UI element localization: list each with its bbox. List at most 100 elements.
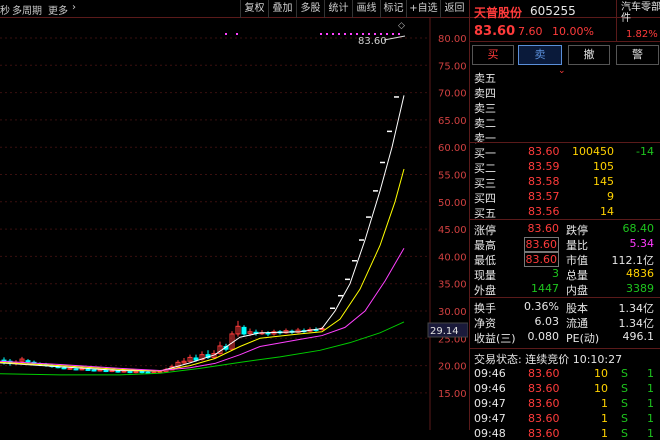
cursor-price-label: 29.14 <box>430 326 459 337</box>
buy-button[interactable]: 买 <box>472 45 514 65</box>
fund-label: 收益(三) <box>474 332 516 345</box>
toolbar-btn-3[interactable]: 统计 <box>324 0 352 18</box>
tick-price: 83.60 <box>528 382 560 395</box>
ma10-line <box>0 168 405 372</box>
y-tick-label: 55.00 <box>438 171 467 182</box>
stat-label: 外盘 <box>474 284 496 297</box>
tick-time: 09:48 <box>474 427 506 440</box>
diamond-icon: ◇ <box>398 21 405 31</box>
fund-label: 流通 <box>566 317 588 330</box>
toolbar-btn-2[interactable]: 多股 <box>296 0 324 18</box>
candle-body <box>67 367 73 370</box>
toolbar-btn-7[interactable]: 返回 <box>440 0 468 18</box>
sell-button[interactable]: 卖 <box>518 45 562 65</box>
signal-dot <box>225 33 227 35</box>
industry-box[interactable]: 汽车零部件 1.82% <box>616 0 660 42</box>
y-tick-label: 30.00 <box>438 307 467 318</box>
candle-body <box>193 357 199 361</box>
sell-level-label: 卖五 <box>474 72 496 85</box>
stat-label: 市值 <box>566 254 588 267</box>
chevron-right-icon[interactable]: › <box>72 2 76 13</box>
candle-body <box>91 369 97 372</box>
fund-value: 496.1 <box>622 330 655 343</box>
buy-level-volume: 145 <box>593 175 614 188</box>
signal-dot <box>236 33 238 35</box>
tick-volume: 10 <box>594 382 608 395</box>
fund-value: 0.36% <box>524 300 559 313</box>
candle-body <box>85 368 91 371</box>
buy-level-volume: 9 <box>607 190 614 203</box>
period-selector[interactable]: 多周期 <box>12 2 42 17</box>
sell-level-label: 卖四 <box>474 87 496 100</box>
buy-level-label: 买二 <box>474 162 496 175</box>
price-change: 7.60 <box>518 25 543 38</box>
quote-panel: 天普股份 605255 汽车零部件 1.82% 83.60 7.60 10.00… <box>469 0 660 440</box>
buy-level-volume: 105 <box>593 160 614 173</box>
y-tick-label: 50.00 <box>438 198 467 209</box>
signal-dot <box>332 33 334 35</box>
signal-dot <box>380 33 382 35</box>
y-tick-label: 35.00 <box>438 280 467 291</box>
stat-value: 3 <box>552 267 559 280</box>
cancel-button[interactable]: 撤 <box>568 45 610 65</box>
candle-body <box>127 371 133 374</box>
stat-label: 现量 <box>474 269 496 282</box>
signal-dot <box>368 33 370 35</box>
industry-name: 汽车零部件 <box>621 2 660 24</box>
signal-dot <box>398 33 400 35</box>
toolbar-btn-0[interactable]: 复权 <box>240 0 268 18</box>
tick-count: 1 <box>647 397 654 410</box>
toolbar-btn-4[interactable]: 画线 <box>352 0 380 18</box>
candle-body <box>145 371 151 374</box>
candle-body <box>79 368 85 371</box>
tick-volume: 10 <box>594 367 608 380</box>
stat-value: 68.40 <box>622 222 655 235</box>
tick-side: S <box>621 382 628 395</box>
stat-value: 4836 <box>626 267 654 280</box>
fund-label: 股本 <box>566 302 588 315</box>
trade-status: 交易状态: 连续竞价 10:10:27 <box>474 353 623 366</box>
sell-level-label: 卖一 <box>474 132 496 145</box>
stat-value: 83.60 <box>523 237 559 252</box>
kline-svg[interactable]: 80.00 75.00 70.00 65.00 60.00 55.00 50.00 45.00… <box>0 18 469 430</box>
signal-dot <box>374 33 376 35</box>
stat-value: 112.1亿 <box>611 254 655 267</box>
stat-value: 3389 <box>626 282 654 295</box>
tick-side: S <box>621 367 628 380</box>
fund-label: PE(动) <box>566 332 600 345</box>
toolbar-btn-5[interactable]: 标记 <box>380 0 406 18</box>
candle-body <box>25 360 31 363</box>
tick-count: 1 <box>647 412 654 425</box>
stock-name: 天普股份 <box>474 6 523 20</box>
signal-dot <box>338 33 340 35</box>
toolbar-btn-1[interactable]: 叠加 <box>268 0 296 18</box>
signal-dot <box>320 33 322 35</box>
kline-chart[interactable]: 80.00 75.00 70.00 65.00 60.00 55.00 50.00 45.00… <box>0 18 469 430</box>
chevron-down-icon[interactable]: ⌄ <box>558 66 566 76</box>
y-tick-label: 20.00 <box>438 362 467 373</box>
fund-value: 6.03 <box>534 315 560 328</box>
candle-body <box>115 370 121 373</box>
stat-label: 最低 <box>474 254 496 267</box>
tick-side: S <box>621 427 628 440</box>
fund-label: 换手 <box>474 302 496 315</box>
alert-button[interactable]: 警 <box>616 45 659 65</box>
stat-label: 量比 <box>566 239 588 252</box>
candle-body <box>121 370 127 373</box>
more-menu[interactable]: 更多 <box>48 2 68 17</box>
signal-dot <box>362 33 364 35</box>
candle-body <box>139 371 145 374</box>
y-tick-label: 45.00 <box>438 225 467 236</box>
stat-value: 83.60 <box>523 252 559 267</box>
signal-dot <box>350 33 352 35</box>
toolbar-btn-6[interactable]: +自选 <box>406 0 440 18</box>
tick-price: 83.60 <box>528 367 560 380</box>
buy-level-label: 买四 <box>474 192 496 205</box>
fund-value: 0.080 <box>527 330 560 343</box>
y-tick-label: 65.00 <box>438 116 467 127</box>
tick-price: 83.60 <box>528 412 560 425</box>
y-tick-label: 15.00 <box>438 389 467 400</box>
tick-count: 1 <box>647 367 654 380</box>
buy-level-price: 83.57 <box>528 190 560 203</box>
tick-volume: 1 <box>601 397 608 410</box>
